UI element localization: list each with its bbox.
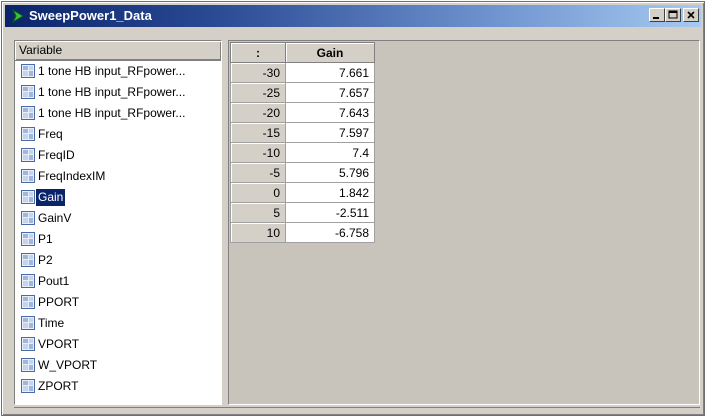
gain-value-cell[interactable]: 7.4	[285, 142, 375, 163]
row-index-cell[interactable]: 5	[230, 202, 286, 223]
variable-rows: 1 tone HB input_RFpower... 1 tone HB inpu…	[15, 61, 221, 397]
dataset-icon	[21, 337, 35, 351]
dataset-icon	[21, 127, 35, 141]
variable-item[interactable]: 1 tone HB input_RFpower...	[15, 103, 221, 124]
table-row: -25 7.657	[230, 82, 375, 103]
dataset-icon	[21, 64, 35, 78]
minimize-icon	[653, 17, 659, 19]
dataset-icon	[21, 232, 35, 246]
variable-item[interactable]: Pout1	[15, 271, 221, 292]
variable-list-header[interactable]: Variable	[15, 41, 221, 61]
table-row: -20 7.643	[230, 102, 375, 123]
gain-value-cell[interactable]: 1.842	[285, 182, 375, 203]
table-row: -15 7.597	[230, 122, 375, 143]
variable-item[interactable]: W_VPORT	[15, 355, 221, 376]
close-button[interactable]	[683, 8, 699, 22]
gain-value-cell[interactable]: 7.597	[285, 122, 375, 143]
minimize-button[interactable]	[649, 8, 665, 22]
gain-value-cell[interactable]: 7.661	[285, 62, 375, 83]
window-title: SweepPower1_Data	[29, 8, 152, 23]
variable-item[interactable]: ZPORT	[15, 376, 221, 397]
table-row: -10 7.4	[230, 142, 375, 163]
row-index-cell[interactable]: 0	[230, 182, 286, 203]
row-index-cell[interactable]: -25	[230, 82, 286, 103]
variable-item[interactable]: VPORT	[15, 334, 221, 355]
data-window: SweepPower1_Data Variable 1 tone HB inpu…	[1, 1, 705, 416]
gain-value-cell[interactable]: 7.657	[285, 82, 375, 103]
table-body: -30 7.661 -25 7.657 -20 7.643 -15 7.597 -10 7.4 -5…	[230, 62, 375, 243]
table-row: -5 5.796	[230, 162, 375, 183]
variable-item[interactable]: GainV	[15, 208, 221, 229]
dataset-icon	[21, 358, 35, 372]
dataset-icon	[21, 106, 35, 120]
maximize-icon	[668, 10, 678, 19]
variable-label: FreqIndexIM	[38, 169, 106, 183]
dataset-icon	[21, 169, 35, 183]
row-index-cell[interactable]: 10	[230, 222, 286, 243]
dataset-icon	[21, 85, 35, 99]
row-index-cell[interactable]: -20	[230, 102, 286, 123]
close-icon	[687, 11, 695, 19]
row-index-cell[interactable]: -10	[230, 142, 286, 163]
dataset-icon	[21, 253, 35, 267]
table-row: 10 -6.758	[230, 222, 375, 243]
variable-label: P2	[38, 253, 53, 267]
variable-item[interactable]: P1	[15, 229, 221, 250]
table-row: -30 7.661	[230, 62, 375, 83]
variable-label: Pout1	[38, 274, 70, 288]
variable-label: Time	[38, 316, 65, 330]
variable-label: Gain	[34, 188, 67, 207]
row-index-cell[interactable]: -5	[230, 162, 286, 183]
row-index-cell[interactable]: -15	[230, 122, 286, 143]
table-row: 0 1.842	[230, 182, 375, 203]
table-header-row: : Gain	[230, 42, 375, 63]
gain-value-cell[interactable]: -2.511	[285, 202, 375, 223]
index-column-header[interactable]: :	[230, 42, 286, 63]
bottom-edge	[14, 407, 700, 412]
variable-label: P1	[38, 232, 53, 246]
variable-item[interactable]: 1 tone HB input_RFpower...	[15, 61, 221, 82]
variable-list[interactable]: Variable 1 tone HB input_RFpower... 1 ton…	[14, 40, 222, 405]
row-index-cell[interactable]: -30	[230, 62, 286, 83]
gain-value-cell[interactable]: -6.758	[285, 222, 375, 243]
variable-item[interactable]: 1 tone HB input_RFpower...	[15, 82, 221, 103]
variable-label: ZPORT	[38, 379, 79, 393]
variable-label: VPORT	[38, 337, 80, 351]
variable-item[interactable]: FreqIndexIM	[15, 166, 221, 187]
variable-label: 1 tone HB input_RFpower...	[38, 85, 186, 99]
dataset-icon	[21, 148, 35, 162]
data-table: : Gain -30 7.661 -25 7.657 -20 7.643 -15 7.597-…	[230, 42, 375, 243]
green-arrow-icon	[11, 8, 24, 24]
variable-label: GainV	[38, 211, 72, 225]
variable-label: FreqID	[38, 148, 75, 162]
data-table-pane[interactable]: : Gain -30 7.661 -25 7.657 -20 7.643 -15 7.597-…	[228, 40, 700, 405]
variable-label: 1 tone HB input_RFpower...	[38, 106, 186, 120]
gain-value-cell[interactable]: 7.643	[285, 102, 375, 123]
variable-item[interactable]: Freq	[15, 124, 221, 145]
dataset-icon	[21, 295, 35, 309]
dataset-icon	[21, 211, 35, 225]
dataset-icon	[21, 274, 35, 288]
dataset-icon	[21, 316, 35, 330]
variable-item[interactable]: P2	[15, 250, 221, 271]
maximize-button[interactable]	[665, 8, 681, 22]
variable-label: PPORT	[38, 295, 80, 309]
dataset-icon	[21, 379, 35, 393]
gain-value-cell[interactable]: 5.796	[285, 162, 375, 183]
variable-label: W_VPORT	[38, 358, 98, 372]
table-row: 5 -2.511	[230, 202, 375, 223]
dataset-icon	[21, 190, 35, 204]
variable-item[interactable]: Gain	[15, 187, 221, 208]
gain-column-header[interactable]: Gain	[285, 42, 375, 63]
variable-label: 1 tone HB input_RFpower...	[38, 64, 186, 78]
variable-item[interactable]: FreqID	[15, 145, 221, 166]
variable-item[interactable]: Time	[15, 313, 221, 334]
variable-label: Freq	[38, 127, 63, 141]
title-bar[interactable]: SweepPower1_Data	[5, 5, 701, 27]
variable-item[interactable]: PPORT	[15, 292, 221, 313]
